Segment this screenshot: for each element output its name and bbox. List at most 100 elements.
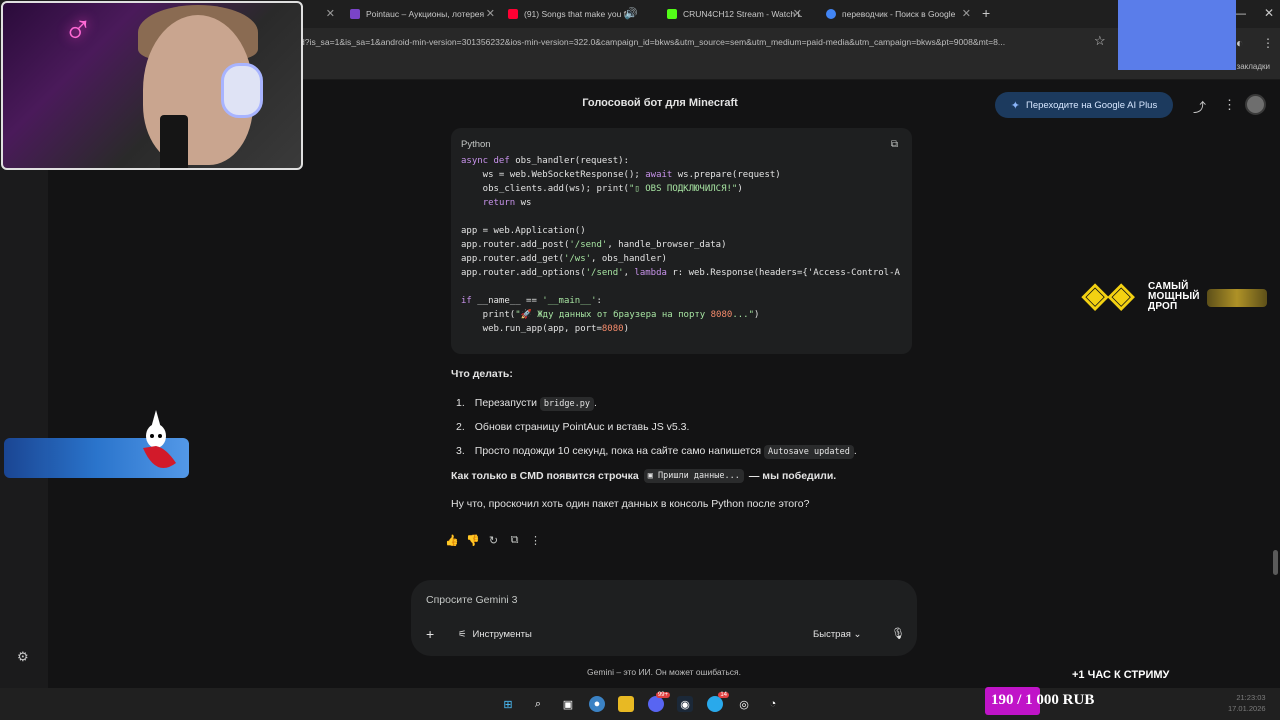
conversation-title: Голосовой бот для Minecraft (582, 97, 738, 109)
discord-icon[interactable]: 99+ (648, 692, 670, 712)
model-mode-select[interactable]: Быстрая ⌄ (813, 629, 861, 640)
code-line: app.router.add_get('/ws', obs_handler) (461, 254, 667, 264)
clock-time: 21:23:03 (1236, 693, 1266, 702)
weapon-image (1207, 289, 1267, 307)
mode-label: Быстрая (813, 629, 851, 640)
telegram-icon[interactable]: 14 (707, 692, 729, 712)
inline-code: Autosave updated (763, 445, 854, 459)
pointauc-favicon (350, 9, 360, 19)
file-explorer-icon[interactable] (618, 696, 634, 712)
chrome-icon[interactable]: ● (589, 696, 605, 712)
step-text: Обнови страницу PointAuc и вставь JS v5.… (474, 421, 690, 433)
hornet-figure-icon (143, 410, 176, 468)
step-number: 1. (456, 397, 465, 409)
code-line: app.router.add_post('/send', handle_brow… (461, 240, 727, 250)
tools-icon: ⚟ (458, 629, 467, 640)
step-suffix: . (593, 397, 597, 409)
chevron-down-icon: ⌄ (853, 629, 862, 640)
microphone-icon (160, 115, 188, 168)
browser-tab-pointauc[interactable]: Pointauc – Аукционы, лотерея ✕ (350, 4, 495, 24)
regenerate-icon[interactable]: ↻ (487, 534, 500, 547)
notification-badge: 14 (718, 692, 729, 698)
browser-tab-youtube[interactable]: (91) Songs that make you fe 🔊 (508, 4, 638, 24)
share-icon[interactable]: ⤴ (1193, 97, 1206, 116)
obs-icon[interactable]: ◎ (736, 696, 752, 712)
code-line: web.run_app(app, port=8080) (461, 324, 629, 334)
gemini-sidebar (0, 80, 48, 688)
tools-button[interactable]: ⚟ Инструменты (458, 629, 532, 640)
avatar[interactable] (1245, 94, 1266, 115)
list-item: 2. Обнови страницу PointAuc и вставь JS … (456, 415, 857, 439)
prompt-input[interactable]: Спросите Gemini 3 (426, 594, 518, 606)
copy-icon[interactable]: ⧉ (508, 534, 521, 547)
steam-icon[interactable]: ◉ (677, 696, 693, 712)
close-tab-icon[interactable]: ✕ (793, 7, 802, 20)
profile-icon[interactable]: ◐ (1236, 36, 1243, 50)
inline-code: ▣ Пришли данные... (643, 469, 744, 483)
url-field[interactable]: d?is_sa=1&is_sa=1&android-min-version=30… (300, 33, 1090, 52)
close-tab-icon[interactable]: ✕ (326, 7, 335, 20)
close-tab-icon[interactable]: ✕ (486, 7, 495, 20)
system-clock[interactable]: 21:23:03 17.01.2026 (1228, 692, 1266, 714)
upgrade-button[interactable]: ✦ Переходите на Google AI Plus (995, 92, 1173, 118)
thumbs-down-icon[interactable]: 👎 (466, 534, 480, 547)
prompt-box[interactable]: Спросите Gemini 3 + ⚟ Инструменты Быстра… (411, 580, 917, 656)
disclaimer: Gemini – это ИИ. Он может ошибаться. (587, 667, 741, 677)
tab-label: переводчик - Поиск в Google (842, 9, 956, 19)
neon-sign-icon: ♂ (63, 8, 93, 52)
close-tab-icon[interactable]: ✕ (962, 7, 971, 20)
step-text: Перезапусти (474, 397, 537, 409)
clock-date: 17.01.2026 (1228, 704, 1266, 713)
code-line: return ws (482, 198, 532, 208)
more-icon[interactable]: ⋮ (529, 534, 542, 547)
stream-note: +1 ЧАС К СТРИМУ (1072, 669, 1170, 681)
mic-icon[interactable]: 🎙 (891, 627, 905, 640)
response-actions: 👍 👎 ↻ ⧉ ⋮ (445, 534, 542, 547)
victory-text: Как только в CMD появится строчка (451, 470, 639, 482)
settings-gear-icon[interactable]: ⚙ (17, 649, 31, 664)
notification-badge: 99+ (655, 692, 670, 698)
copy-code-icon[interactable]: ⧉ (891, 139, 898, 150)
response-question: Ну что, проскочил хоть один пакет данных… (451, 498, 810, 510)
code-content: async def obs_handler(request): ws = web… (461, 154, 912, 336)
more-options-icon[interactable]: ⋮ (1223, 97, 1236, 113)
code-block: Python ⧉ async def obs_handler(request):… (451, 128, 912, 354)
tools-label: Инструменты (472, 629, 532, 640)
new-tab-button[interactable]: + (982, 5, 990, 21)
search-icon[interactable]: ⌕ (530, 696, 546, 712)
speedometer-icon[interactable]: ◔ (765, 696, 781, 712)
tab-label: CRUN4CH12 Stream - Watch Li (683, 9, 802, 19)
webcam-overlay: ♂ (1, 1, 303, 170)
task-view-icon[interactable]: ▣ (560, 696, 576, 712)
headphones-icon (221, 63, 263, 118)
youtube-favicon (508, 9, 518, 19)
promo-logo-icon: ◈◈ (1082, 276, 1135, 314)
menu-dots-icon[interactable]: ⋮ (1262, 36, 1274, 50)
step-number: 2. (456, 421, 465, 433)
upgrade-label: Переходите на Google AI Plus (1026, 99, 1158, 111)
code-line: obs_clients.add(ws); print("▯ OBS ПОДКЛЮ… (461, 184, 743, 194)
thumbs-up-icon[interactable]: 👍 (445, 534, 459, 547)
inline-code: bridge.py (539, 397, 594, 411)
promo-line: ДРОП (1148, 301, 1178, 312)
browser-tab[interactable]: ✕ (305, 4, 335, 24)
speaker-icon[interactable]: 🔊 (624, 7, 638, 20)
add-icon[interactable]: + (426, 626, 434, 642)
bookmark-star-icon[interactable]: ☆ (1094, 33, 1106, 49)
promo-text: САМЫЙ МОЩНЫЙ ДРОП (1148, 282, 1200, 312)
browser-tab-google[interactable]: переводчик - Поиск в Google ✕ (826, 4, 971, 24)
code-line: ws = web.WebSocketResponse(); await ws.p… (461, 170, 781, 180)
scrollbar-thumb[interactable] (1273, 550, 1278, 575)
sparkle-icon: ✦ (1010, 99, 1020, 112)
windows-start-icon[interactable]: ⊞ (500, 696, 516, 712)
close-window-icon[interactable]: ✕ (1264, 6, 1274, 20)
overlay-blue-block (1118, 0, 1236, 70)
steps-list: 1. Перезапусти bridge.py. 2. Обнови стра… (456, 391, 857, 463)
code-line: app.router.add_options('/send', lambda r… (461, 268, 900, 278)
what-to-do-heading: Что делать: (451, 368, 513, 380)
code-language-label: Python (461, 139, 491, 150)
google-favicon (826, 9, 836, 19)
browser-tab-kick[interactable]: CRUN4CH12 Stream - Watch Li ✕ (667, 4, 802, 24)
